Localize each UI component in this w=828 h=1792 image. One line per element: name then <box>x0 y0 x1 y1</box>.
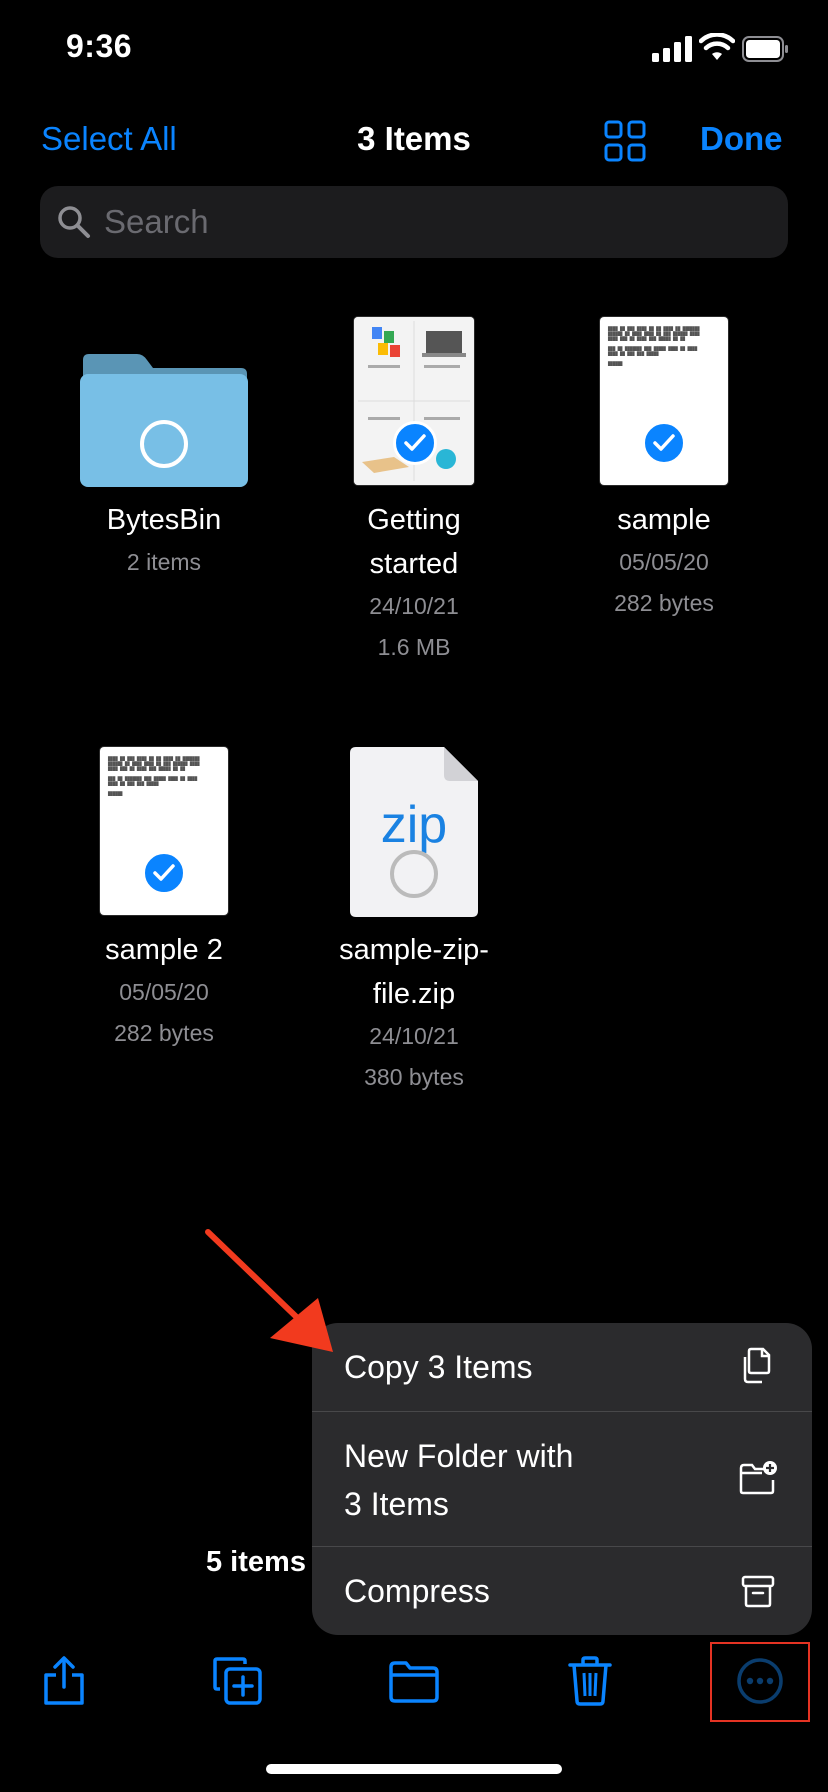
item-name-line2: file.zip <box>372 978 456 1010</box>
move-folder-icon[interactable] <box>388 1655 440 1707</box>
item-name-line2: started <box>369 548 459 580</box>
new-folder-icon <box>739 1461 777 1495</box>
share-icon[interactable] <box>38 1655 90 1707</box>
items-count: 5 items <box>206 1546 306 1578</box>
annotation-highlight-box <box>710 1642 810 1722</box>
item-date: 05/05/20 <box>619 549 709 575</box>
wifi-icon <box>699 33 735 60</box>
menu-item-compress[interactable]: Compress <box>312 1547 812 1635</box>
item-size: 282 bytes <box>114 1020 214 1046</box>
battery-icon <box>742 36 788 62</box>
zip-label: zip <box>380 796 448 854</box>
search-input[interactable] <box>102 195 746 249</box>
duplicate-icon[interactable] <box>212 1655 264 1707</box>
item-size: 1.6 MB <box>377 634 451 660</box>
file-item-bytesbin[interactable]: BytesBin 2 items <box>39 300 289 590</box>
item-date: 05/05/20 <box>119 979 209 1005</box>
context-menu: Copy 3 Items New Folder with 3 Items Com… <box>312 1323 812 1635</box>
annotation-arrow-icon <box>205 1229 333 1352</box>
menu-item-label: Copy 3 Items <box>344 1349 533 1385</box>
item-size: 282 bytes <box>614 590 714 616</box>
selection-circle[interactable] <box>390 850 438 898</box>
file-item-sample-2[interactable]: ████ ██ ███ ████ ██ ██ ████ ██ ███████ █… <box>39 730 289 1060</box>
done-button[interactable]: Done <box>700 120 783 158</box>
selected-checkmark[interactable] <box>393 421 437 465</box>
selected-checkmark[interactable] <box>642 421 686 465</box>
cellular-signal-icon <box>652 36 692 62</box>
home-indicator <box>266 1764 562 1774</box>
file-item-sample-zip[interactable]: zip sample-zip- file.zip 24/10/21 380 by… <box>289 730 539 1100</box>
item-name: BytesBin <box>106 504 222 536</box>
item-name-line1: Getting <box>367 504 461 536</box>
selected-checkmark[interactable] <box>142 851 186 895</box>
menu-item-label: Compress <box>344 1573 490 1609</box>
trash-icon[interactable] <box>564 1655 616 1707</box>
archive-box-icon <box>741 1575 775 1608</box>
menu-item-copy[interactable]: Copy 3 Items <box>312 1323 812 1411</box>
search-icon <box>58 206 90 238</box>
status-time: 9:36 <box>66 28 133 64</box>
menu-item-label-line1: New Folder with <box>344 1438 574 1474</box>
grid-view-icon[interactable] <box>603 119 647 163</box>
item-name: sample <box>617 504 711 536</box>
item-date: 24/10/21 <box>369 1023 459 1049</box>
selection-circle[interactable] <box>140 420 188 468</box>
copy-documents-icon <box>743 1347 771 1384</box>
file-item-sample[interactable]: ████ ██ ███ ████ ██ ██ ████ ██ ███████ █… <box>539 300 789 630</box>
menu-item-new-folder[interactable]: New Folder with 3 Items <box>312 1412 812 1546</box>
file-item-getting-started[interactable]: Getting started 24/10/21 1.6 MB <box>289 300 539 670</box>
item-name-line1: sample-zip- <box>339 934 489 966</box>
item-meta: 2 items <box>126 549 202 575</box>
menu-item-label-line2: 3 Items <box>344 1486 449 1522</box>
item-name: sample 2 <box>105 934 223 966</box>
item-size: 380 bytes <box>364 1064 464 1090</box>
item-date: 24/10/21 <box>369 593 459 619</box>
